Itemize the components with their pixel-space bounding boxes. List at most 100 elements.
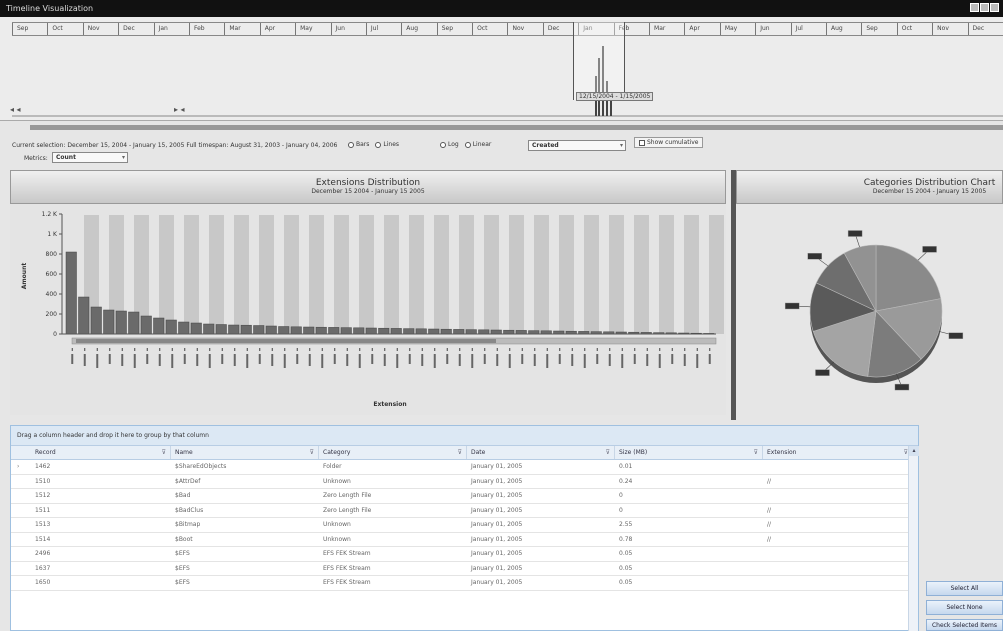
metrics-value: Count <box>56 154 76 161</box>
bar <box>278 326 290 335</box>
minimize-button[interactable] <box>970 3 979 12</box>
x-tick-label <box>108 354 111 364</box>
timeline-month-label: Jul <box>790 23 826 35</box>
window-title: Timeline Visualization <box>6 4 94 13</box>
chevron-down-icon: ▾ <box>619 142 623 149</box>
x-tick-label <box>521 354 524 364</box>
column-header[interactable]: Name ⊽ <box>171 446 319 459</box>
bar <box>78 296 90 335</box>
table-cell: January 01, 2005 <box>471 506 523 514</box>
table-cell: 1650 <box>35 579 51 586</box>
table-row[interactable]: 1514 $Boot Unknown January 01, 2005 0.78 // <box>11 533 918 547</box>
table-row[interactable]: 1512 $Bad Zero Length File January 01, 2005… <box>11 489 918 504</box>
x-tick-label <box>396 354 399 368</box>
timeline-mid-arrows-icon[interactable]: ▸ ◂ <box>174 105 185 114</box>
timeline-scrollbar[interactable] <box>30 125 1003 130</box>
x-tick-label <box>496 354 499 366</box>
bar <box>353 327 365 335</box>
bars-radio[interactable]: Bars <box>348 141 369 148</box>
table-row[interactable]: 2496 $EFS EFS FEK Stream January 01, 2005 0.… <box>11 547 918 562</box>
bar <box>528 330 540 335</box>
x-tick-label <box>458 354 461 366</box>
filter-icon[interactable]: ⊽ <box>310 446 314 460</box>
date-field-select[interactable]: Created ▾ <box>528 140 626 151</box>
column-header[interactable]: Record ⊽ <box>31 446 171 459</box>
background-column <box>334 215 349 334</box>
x-tick-label <box>558 354 561 364</box>
table-row[interactable]: 1511 $BadClus Zero Length File January 01, … <box>11 504 918 518</box>
categories-pie-chart[interactable] <box>736 206 1003 420</box>
table-cell: 1514 <box>35 535 51 543</box>
x-tick-label <box>246 354 249 368</box>
grid-scrollbar[interactable]: ▴ <box>908 446 919 631</box>
filter-icon[interactable]: ⊽ <box>606 446 610 460</box>
x-tick-label <box>433 354 436 368</box>
table-row[interactable]: › 1462 $ShareEdObjects Folder January 01, 20… <box>11 460 918 475</box>
x-tick-label <box>608 354 611 366</box>
column-header[interactable]: Category ⊽ <box>319 446 467 459</box>
column-header[interactable]: Size (MB) ⊽ <box>615 446 763 459</box>
background-column <box>284 215 299 334</box>
close-button[interactable] <box>990 3 999 12</box>
filter-icon[interactable]: ⊽ <box>458 446 462 460</box>
check-selected-button[interactable]: Check Selected Items <box>926 619 1003 631</box>
table-row[interactable]: 1513 $Bitmap Unknown January 01, 2005 2.55 // <box>11 518 918 533</box>
x-tick-label <box>408 354 411 364</box>
bar <box>140 315 152 335</box>
log-radio[interactable]: Log <box>440 141 459 148</box>
lines-radio-label: Lines <box>383 141 400 148</box>
bar <box>415 328 427 335</box>
timeline-month-label: Dec <box>967 23 1003 35</box>
background-column <box>209 215 224 334</box>
x-tick-label <box>658 354 661 368</box>
table-cell: 0.05 <box>619 564 633 572</box>
table-row[interactable]: 1510 $AttrDef Unknown January 01, 2005 0.24 /… <box>11 475 918 489</box>
filter-icon[interactable]: ⊽ <box>162 446 166 460</box>
scroll-up-icon[interactable]: ▴ <box>909 446 919 456</box>
bar <box>153 317 165 335</box>
column-header-label: Category <box>323 449 351 456</box>
records-grid: Drag a column header and drop it here to… <box>10 425 919 631</box>
x-tick-label <box>83 354 86 366</box>
timeline-month-label: Sep <box>861 23 896 35</box>
x-tick-label <box>371 354 374 364</box>
linear-radio[interactable]: Linear <box>464 141 491 148</box>
timeline-left-arrows-icon[interactable]: ◂ ◂ <box>10 105 21 114</box>
maximize-button[interactable] <box>980 3 989 12</box>
show-cumulative-checkbox[interactable]: Show cumulative <box>634 137 704 148</box>
column-header[interactable]: Date ⊽ <box>467 446 615 459</box>
table-cell: $EFS <box>175 579 190 586</box>
x-tick-label <box>208 354 211 368</box>
timeline-selection-range[interactable] <box>573 22 625 100</box>
lines-radio[interactable]: Lines <box>375 141 399 148</box>
group-by-drop-area[interactable]: Drag a column header and drop it here to… <box>11 426 918 446</box>
metrics-select[interactable]: Count ▾ <box>52 152 128 163</box>
background-column <box>434 215 449 334</box>
timeline-month-label: Apr <box>684 23 719 35</box>
bar <box>128 311 140 335</box>
background-column <box>384 215 399 334</box>
table-cell: $Boot <box>175 535 193 543</box>
select-none-button[interactable]: Select None <box>926 600 1003 615</box>
background-column <box>359 215 374 334</box>
bar <box>440 328 452 335</box>
extensions-bar-chart[interactable]: 1.2 K 1 K 800 600 400 200 0 Amount Extension <box>10 206 726 414</box>
filter-icon[interactable]: ⊽ <box>754 446 758 460</box>
timeline-histogram[interactable] <box>12 37 1003 117</box>
table-cell: 0.78 <box>619 535 633 543</box>
table-row[interactable]: 1637 $EFS EFS FEK Stream January 01, 2005 0.… <box>11 562 918 576</box>
table-cell: $BadClus <box>175 506 204 514</box>
y-tick-label: 600 <box>46 271 58 278</box>
background-column <box>684 215 699 334</box>
x-tick-label <box>621 354 624 368</box>
bar <box>165 319 177 335</box>
select-all-button[interactable]: Select All <box>926 581 1003 596</box>
table-cell <box>763 547 913 561</box>
extensions-chart-header: Extensions Distribution December 15 2004… <box>10 170 726 204</box>
table-row[interactable]: 1650 $EFS EFS FEK Stream January 01, 2005 0.… <box>11 576 918 591</box>
table-cell: $Bad <box>175 492 191 499</box>
background-column <box>184 215 199 334</box>
column-header[interactable]: Extension ⊽ <box>763 446 913 459</box>
timeline-panel[interactable]: Sep Oct Nov Dec Jan Feb Mar Apr May Jun Jul Aug Sep O… <box>0 17 1003 121</box>
table-cell: $AttrDef <box>175 477 201 485</box>
